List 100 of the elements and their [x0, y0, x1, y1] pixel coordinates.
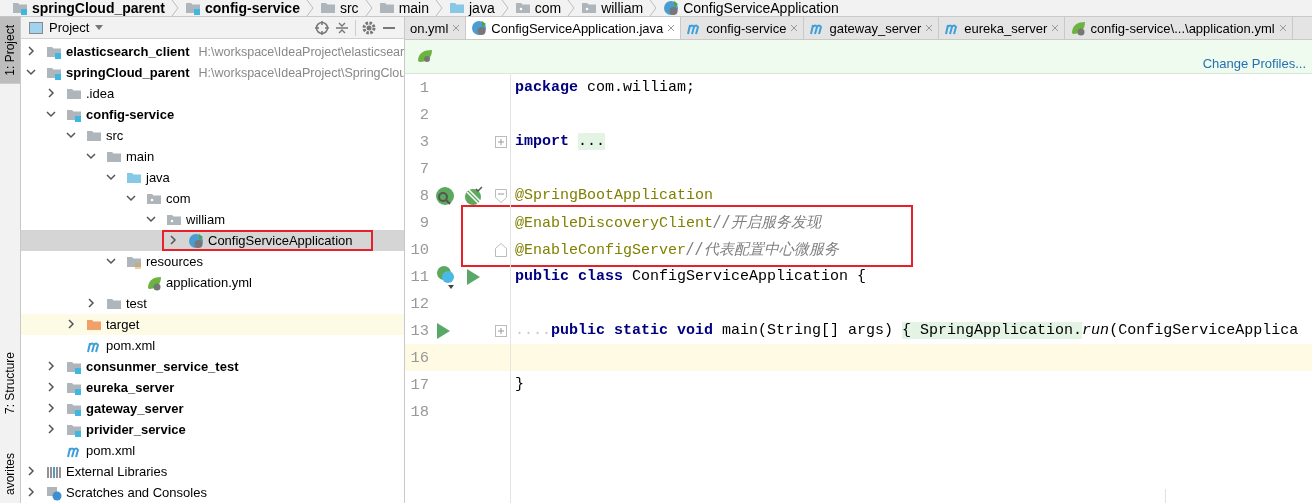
settings-icon[interactable] [362, 20, 376, 35]
line-number: 18 [409, 402, 429, 421]
line-number: 12 [409, 294, 429, 313]
close-icon[interactable] [667, 24, 676, 32]
line-number: 17 [409, 375, 429, 394]
tree-row[interactable]: .idea [21, 83, 404, 104]
tree-row[interactable]: pom.xml [21, 335, 404, 356]
code-line: ....public static void main(String[] args) { SpringApplication.run(ConfigServiceApplica [514, 322, 1299, 339]
code-line: public class ConfigServiceApplication { [514, 268, 867, 285]
scratches-icon [46, 484, 62, 501]
tree-row[interactable]: test [21, 293, 404, 314]
tool-window-tab[interactable]: 7: Structure [0, 343, 20, 422]
locate-icon[interactable] [315, 20, 329, 35]
breadcrumb-separator-icon [364, 0, 373, 16]
tree-row[interactable]: target [21, 314, 404, 335]
tool-window-tab[interactable]: 1: Project [0, 17, 20, 84]
line-number: 13 [409, 321, 429, 340]
tree-item-label: pom.xml [106, 338, 156, 353]
line-number: 11 [409, 267, 429, 286]
breadcrumb-separator-icon [171, 0, 179, 16]
collapse-all-icon[interactable] [335, 20, 349, 35]
spring-class-icon [471, 20, 488, 36]
code-line: } [514, 376, 524, 393]
change-profiles-link[interactable]: Change Profiles... [1202, 56, 1306, 71]
tree-row[interactable]: elasticsearch_client H:\workspace\IdeaProject\elasticsear [21, 41, 404, 62]
line-number: 3 [418, 132, 429, 151]
tree-item-label: application.yml [166, 275, 252, 290]
spring-class-icon [188, 232, 204, 249]
package-icon [514, 0, 531, 16]
code-line: package com.william; [514, 79, 696, 96]
tree-row[interactable]: java [21, 167, 404, 188]
breadcrumb-separator-icon [649, 0, 658, 16]
module-folder-icon [12, 0, 28, 16]
tree-item-label: test [126, 296, 147, 311]
tree-row[interactable]: pom.xml [21, 440, 404, 461]
breadcrumb-separator-icon [567, 0, 576, 16]
tree-item-label: ConfigServiceApplication [208, 233, 353, 248]
tree-item-label: privider_service [86, 422, 186, 437]
tree-row[interactable]: resources [21, 251, 404, 272]
tree-row[interactable]: consunmer_service_test [21, 356, 404, 377]
spring-class-icon[interactable] [435, 264, 457, 289]
line-number: 8 [418, 186, 429, 205]
line-number: 2 [418, 105, 429, 124]
tree-item-label: william [186, 212, 225, 227]
breadcrumb[interactable]: springCloud_parent [12, 0, 165, 16]
tree-row[interactable]: External Libraries [21, 461, 404, 482]
tree-row[interactable]: eureka_server [21, 377, 404, 398]
tree-row[interactable]: william [21, 209, 404, 230]
package-icon [581, 0, 598, 16]
tree-row[interactable]: com [21, 188, 404, 209]
tree-item-label: target [106, 317, 140, 332]
tree-item-label: consunmer_service_test [86, 359, 239, 374]
tree-item-label: src [106, 128, 124, 143]
tree-row[interactable]: main [21, 146, 404, 167]
run-icon[interactable] [435, 321, 451, 340]
line-number: 10 [409, 240, 429, 259]
tree-item-label: External Libraries [66, 464, 168, 479]
code-line: @EnableConfigServer//代表配置中心微服务 [514, 240, 840, 259]
tree-item-label: eureka_server [86, 380, 175, 395]
tree-row[interactable]: privider_service [21, 419, 404, 440]
editor-tab[interactable]: ConfigServiceApplication.java [466, 17, 682, 39]
project-path: H:\workspace\IdeaProject\elasticsear [198, 44, 404, 59]
tree-row[interactable]: config-service [21, 104, 404, 125]
code-line: import ... [514, 133, 606, 150]
tree-item-label: main [126, 149, 155, 164]
module-folder-icon [185, 0, 201, 16]
breadcrumb[interactable]: william [581, 0, 644, 16]
tree-item-label: resources [146, 254, 204, 269]
selected-tree-row[interactable]: ConfigServiceApplication [21, 230, 404, 251]
breadcrumb-separator-icon [435, 0, 443, 16]
spring-class-icon [663, 0, 680, 16]
code-line: @SpringBootApplication [514, 187, 714, 204]
line-number: 16 [409, 348, 429, 367]
run-icon[interactable] [465, 267, 481, 286]
dropdown-caret-icon[interactable] [95, 24, 104, 31]
code-line: @EnableDiscoveryClient//开启服务发现 [514, 213, 822, 232]
window-icon [29, 21, 43, 34]
breadcrumb[interactable]: ConfigServiceApplication [663, 0, 839, 16]
breadcrumb-separator-icon [305, 0, 314, 16]
tree-item-label: config-service [86, 107, 175, 122]
tree-item-label: com [166, 191, 191, 206]
line-number: 7 [418, 159, 429, 178]
spring-leaf-icon [417, 48, 433, 64]
tree-item-label: .idea [86, 86, 115, 101]
tree-row[interactable]: src [21, 125, 404, 146]
breadcrumb[interactable]: main [378, 0, 429, 16]
panel-title[interactable]: Project [49, 20, 90, 35]
spring-leaf-icon[interactable] [463, 185, 483, 206]
breadcrumb[interactable]: config-service [185, 0, 300, 16]
tree-row[interactable]: gateway_server [21, 398, 404, 419]
tree-row[interactable]: Scratches and Consoles [21, 482, 404, 503]
breadcrumb[interactable]: java [449, 0, 495, 16]
breadcrumb[interactable]: src [319, 0, 359, 16]
tree-item-label: Scratches and Consoles [66, 485, 207, 500]
tool-window-tab[interactable]: avorites [0, 444, 20, 503]
line-number: 9 [418, 213, 429, 232]
bean-search-icon[interactable] [435, 185, 455, 206]
line-number: 1 [418, 78, 429, 97]
tree-row[interactable]: application.yml [21, 272, 404, 293]
breadcrumb[interactable]: com [514, 0, 562, 16]
